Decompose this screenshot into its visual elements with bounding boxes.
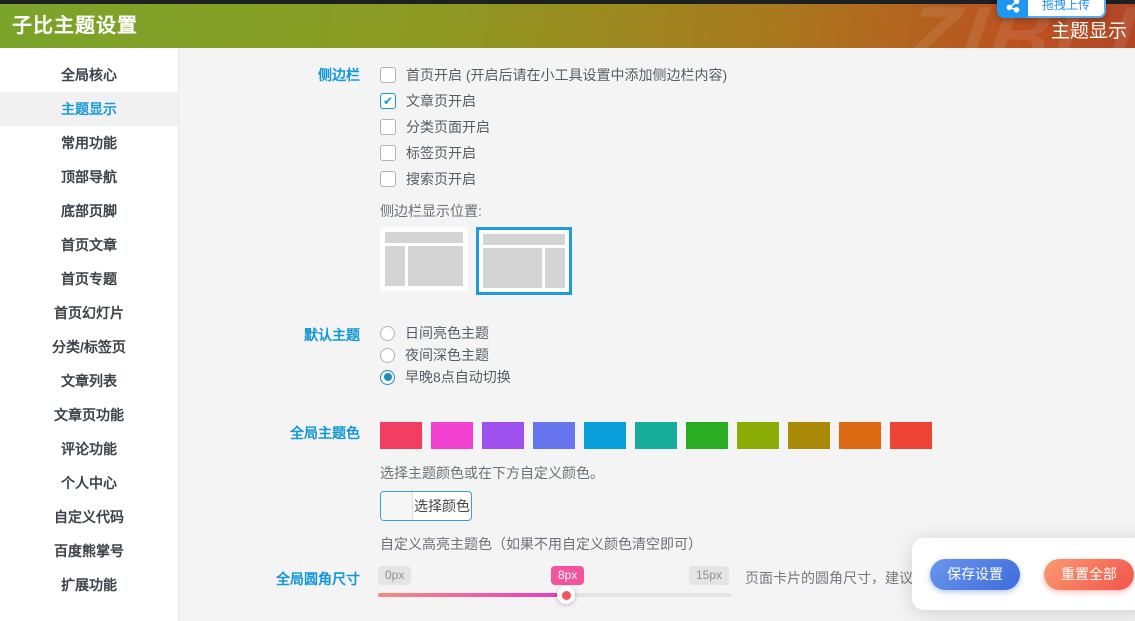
sidebar-position-hint: 侧边栏显示位置: [380, 201, 727, 221]
sidebar-item-theme-display[interactable]: 主题显示 [0, 92, 178, 126]
sidebar-item-top-nav[interactable]: 顶部导航 [0, 160, 178, 194]
slider-min-badge: 0px [378, 566, 411, 585]
thumb-content-block [408, 246, 463, 286]
default-theme-label: 默认主题 [179, 322, 360, 345]
settings-nav: 全局核心 主题显示 常用功能 顶部导航 底部页脚 首页文章 首页专题 首页幻灯片… [0, 48, 179, 621]
color-picker-label: 选择颜色 [413, 492, 471, 520]
color-swatch[interactable] [431, 422, 473, 449]
layout-option-sidebar-left[interactable] [380, 227, 468, 291]
color-swatch[interactable] [890, 422, 932, 449]
radio-label: 日间亮色主题 [405, 323, 489, 343]
theme-color-label: 全局主题色 [179, 420, 360, 443]
color-swatch[interactable] [380, 422, 422, 449]
sidebar-item-home-topics[interactable]: 首页专题 [0, 262, 178, 296]
checkbox-search[interactable] [380, 171, 396, 187]
pick-color-hint: 选择主题颜色或在下方自定义颜色。 [380, 463, 932, 483]
radio-light[interactable] [380, 326, 395, 341]
layout-option-sidebar-right[interactable] [476, 227, 572, 295]
slider-track-fill [378, 593, 566, 597]
default-theme-row: 默认主题 日间亮色主题 夜间深色主题 早晚8点自动切换 [179, 322, 1135, 388]
color-swatch[interactable] [482, 422, 524, 449]
sidebar-item-extensions[interactable]: 扩展功能 [0, 568, 178, 602]
checkbox-row-home[interactable]: 首页开启 (开启后请在小工具设置中添加侧边栏内容) [380, 62, 727, 88]
checkbox-label: 分类页面开启 [406, 117, 490, 137]
checkbox-label: 首页开启 (开启后请在小工具设置中添加侧边栏内容) [406, 65, 727, 85]
radius-description: 页面卡片的圆角尺寸，建议为8 [745, 566, 935, 588]
thumb-sidebar-block [545, 248, 565, 288]
zibll-settings-page: ZIBLL 子比主题设置 主题显示 拖拽上传 全局核心 主题显示 常用功能 顶部… [0, 0, 1135, 621]
sidebar-item-comments[interactable]: 评论功能 [0, 432, 178, 466]
color-swatch[interactable] [635, 422, 677, 449]
checkbox-post[interactable]: ✔ [380, 93, 396, 109]
sidebar-item-user-center[interactable]: 个人中心 [0, 466, 178, 500]
sidebar-item-common-functions[interactable]: 常用功能 [0, 126, 178, 160]
current-tab-title: 主题显示 [1051, 16, 1127, 43]
custom-color-hint: 自定义高亮主题色（如果不用自定义颜色清空即可） [380, 534, 932, 554]
slider-max-badge: 15px [689, 566, 729, 585]
radio-dark[interactable] [380, 348, 395, 363]
sidebar-section-label: 侧边栏 [179, 62, 360, 85]
radio-label: 早晚8点自动切换 [405, 367, 511, 387]
checkbox-row-post[interactable]: ✔ 文章页开启 [380, 88, 727, 114]
drag-upload-label: 拖拽上传 [1028, 0, 1106, 18]
settings-content: 侧边栏 首页开启 (开启后请在小工具设置中添加侧边栏内容) ✔ 文章页开启 分类… [179, 48, 1135, 621]
radius-label: 全局圆角尺寸 [179, 566, 360, 589]
share-icon [997, 0, 1028, 18]
sidebar-item-global-core[interactable]: 全局核心 [0, 58, 178, 92]
sidebar-position-options [380, 227, 727, 295]
sidebar-item-baidu-bear[interactable]: 百度熊掌号 [0, 534, 178, 568]
checkbox-category[interactable] [380, 119, 396, 135]
radio-row-light[interactable]: 日间亮色主题 [380, 322, 511, 344]
sidebar-settings-row: 侧边栏 首页开启 (开启后请在小工具设置中添加侧边栏内容) ✔ 文章页开启 分类… [179, 62, 1135, 295]
slider-value-badge: 8px [551, 566, 584, 585]
checkbox-label: 搜索页开启 [406, 169, 476, 189]
checkbox-label: 文章页开启 [406, 91, 476, 111]
color-swatch[interactable] [584, 422, 626, 449]
color-swatch[interactable] [839, 422, 881, 449]
sidebar-item-custom-code[interactable]: 自定义代码 [0, 500, 178, 534]
thumb-content-block [483, 248, 542, 288]
checkbox-label: 标签页开启 [406, 143, 476, 163]
save-button[interactable]: 保存设置 [930, 559, 1020, 590]
sidebar-item-footer[interactable]: 底部页脚 [0, 194, 178, 228]
thumb-header-bar [385, 232, 463, 243]
checkbox-tag[interactable] [380, 145, 396, 161]
thumb-header-bar [483, 234, 565, 245]
color-swatch[interactable] [737, 422, 779, 449]
checkbox-row-tag[interactable]: 标签页开启 [380, 140, 727, 166]
reset-button[interactable]: 重置全部 [1044, 559, 1134, 590]
top-dark-bar [0, 0, 1135, 4]
action-panel: 保存设置 重置全部 [912, 538, 1135, 610]
checkbox-row-category[interactable]: 分类页面开启 [380, 114, 727, 140]
checkbox-home[interactable] [380, 67, 396, 83]
sidebar-item-post-list[interactable]: 文章列表 [0, 364, 178, 398]
drag-upload-overlay[interactable]: 拖拽上传 [997, 0, 1106, 18]
color-swatch[interactable] [686, 422, 728, 449]
thumb-sidebar-block [385, 246, 405, 286]
sidebar-item-post-page[interactable]: 文章页功能 [0, 398, 178, 432]
color-swatch[interactable] [533, 422, 575, 449]
page-header: ZIBLL 子比主题设置 主题显示 [0, 4, 1135, 48]
color-swatch[interactable] [788, 422, 830, 449]
theme-color-swatches [380, 422, 932, 449]
checkbox-row-search[interactable]: 搜索页开启 [380, 166, 727, 192]
radio-auto[interactable] [380, 370, 395, 385]
sidebar-item-category-tag[interactable]: 分类/标签页 [0, 330, 178, 364]
theme-color-row: 全局主题色 选择主题颜色或在下方自定义颜色。 [179, 420, 1135, 554]
sidebar-item-home-posts[interactable]: 首页文章 [0, 228, 178, 262]
radio-row-dark[interactable]: 夜间深色主题 [380, 344, 511, 366]
radio-row-auto[interactable]: 早晚8点自动切换 [380, 366, 511, 388]
sidebar-item-home-slides[interactable]: 首页幻灯片 [0, 296, 178, 330]
page-title: 子比主题设置 [12, 4, 138, 48]
slider-thumb[interactable] [557, 586, 575, 604]
color-picker-button[interactable]: 选择颜色 [380, 491, 472, 521]
radio-label: 夜间深色主题 [405, 345, 489, 365]
color-picker-well [381, 492, 413, 520]
radius-slider[interactable]: 0px 8px 15px [378, 566, 731, 606]
